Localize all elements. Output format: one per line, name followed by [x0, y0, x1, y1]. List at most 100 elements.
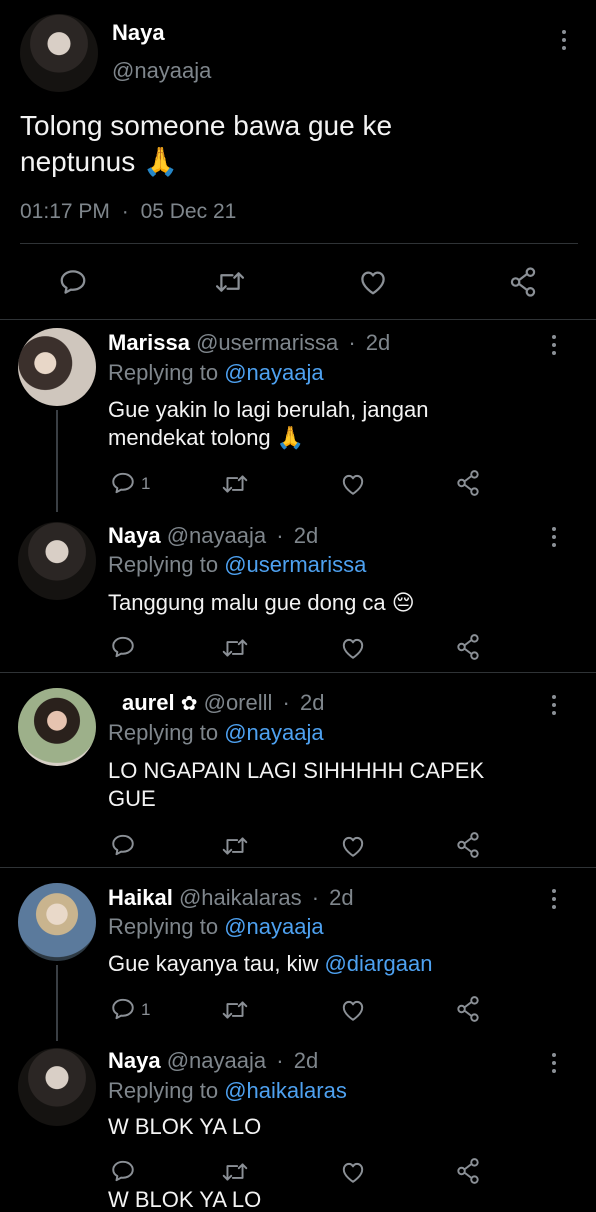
reply-author-name[interactable]: Haikal [108, 885, 173, 910]
more-icon[interactable] [551, 335, 557, 355]
reply-header: aurel ✿ @orelll · 2d [108, 690, 324, 716]
replying-to: Replying to @nayaaja [108, 914, 324, 940]
like-icon[interactable] [340, 998, 366, 1022]
more-icon[interactable] [551, 695, 557, 715]
section-divider [0, 319, 596, 320]
tweet-text-line-2-words: neptunus [20, 146, 136, 177]
tweet-time: 01:17 PM [20, 200, 110, 223]
reply-icon[interactable] [110, 470, 136, 496]
like-icon[interactable] [340, 834, 366, 858]
reply-author-handle[interactable]: @usermarissa [196, 330, 338, 355]
more-icon[interactable] [551, 1053, 557, 1073]
replying-to-prefix: Replying to [108, 552, 219, 577]
reply-author-name[interactable]: Marissa [108, 330, 190, 355]
reply-age: 2d [299, 690, 325, 715]
section-divider [0, 867, 596, 868]
mention-link[interactable]: @diargaan [324, 951, 432, 976]
retweet-icon[interactable] [221, 997, 249, 1023]
retweet-icon[interactable] [221, 1159, 249, 1185]
author-name[interactable]: Naya [112, 20, 165, 46]
share-icon[interactable] [455, 469, 481, 497]
replying-to: Replying to @haikalaras [108, 1078, 347, 1104]
author-handle[interactable]: @nayaaja [112, 58, 211, 84]
reply-author-name[interactable]: Naya [108, 1048, 161, 1073]
pray-emoji: 🙏 [276, 425, 305, 450]
reply-author-handle[interactable]: @haikalaras [179, 885, 302, 910]
reply-text: Gue kayanya tau, kiw @diargaan [108, 950, 432, 978]
timestamp-separator: · [121, 200, 129, 223]
retweet-icon[interactable] [214, 267, 246, 297]
section-divider [0, 672, 596, 673]
reply-age: 2d [293, 523, 319, 548]
replying-to-mention[interactable]: @nayaaja [224, 720, 323, 745]
reply-icon[interactable] [110, 634, 136, 660]
reply-text: Gue yakin lo lagi berulah, jangan mendek… [108, 396, 428, 452]
reply-count: 1 [141, 474, 151, 493]
reply-icon[interactable] [58, 267, 88, 297]
share-icon[interactable] [508, 266, 538, 298]
reply-author-name[interactable]: aurel [122, 690, 175, 715]
tweet-text: Tolong someone bawa gue ke neptunus 🙏 [20, 108, 392, 180]
reply-icon[interactable] [110, 1158, 136, 1184]
avatar-aurel[interactable] [18, 688, 96, 766]
avatar-naya[interactable] [18, 1048, 96, 1126]
more-icon[interactable] [561, 30, 567, 50]
next-reply-preview: W BLOK YA LO [108, 1187, 262, 1212]
reply-age: 2d [365, 330, 391, 355]
timestamp-divider [20, 243, 578, 244]
reply-text-line-1: LO NGAPAIN LAGI SIHHHHH CAPEK [108, 758, 485, 783]
retweet-icon[interactable] [221, 471, 249, 497]
retweet-icon[interactable] [221, 635, 249, 661]
replying-to-mention[interactable]: @nayaaja [224, 914, 323, 939]
like-icon[interactable] [340, 636, 366, 660]
replying-to-prefix: Replying to [108, 720, 219, 745]
reply-header: Marissa @usermarissa · 2d [108, 330, 390, 356]
header-dot: · [311, 885, 320, 910]
pray-emoji: 🙏 [143, 146, 178, 177]
tweet-text-line-2: neptunus 🙏 [20, 144, 392, 180]
reply-icon[interactable] [110, 832, 136, 858]
reply-text-line-2-words: mendekat tolong [108, 425, 271, 450]
reply-header: Naya @nayaaja · 2d [108, 1048, 318, 1074]
like-icon[interactable] [340, 1160, 366, 1184]
reply-header: Haikal @haikalaras · 2d [108, 885, 354, 911]
avatar-haikal[interactable] [18, 883, 96, 961]
share-icon[interactable] [455, 1157, 481, 1185]
tweet-text-line-1: Tolong someone bawa gue ke [20, 110, 393, 141]
replying-to: Replying to @nayaaja [108, 360, 324, 386]
like-icon[interactable] [358, 268, 388, 296]
reply-text-line-1: Gue yakin lo lagi berulah, jangan [108, 397, 429, 422]
replying-to-prefix: Replying to [108, 1078, 219, 1103]
replying-to-mention[interactable]: @usermarissa [224, 552, 366, 577]
avatar-naya[interactable] [20, 14, 98, 92]
flower-badge-icon: ✿ [180, 693, 198, 715]
header-dot: · [276, 523, 284, 548]
replying-to-prefix: Replying to [108, 360, 219, 385]
more-icon[interactable] [551, 527, 557, 547]
reply-count: 1 [141, 1000, 151, 1019]
reply-author-name[interactable]: Naya [108, 523, 161, 548]
share-icon[interactable] [455, 995, 481, 1023]
reply-text: LO NGAPAIN LAGI SIHHHHH CAPEK GUE [108, 757, 484, 813]
more-icon[interactable] [551, 889, 557, 909]
reply-author-handle[interactable]: @orelll [204, 690, 273, 715]
replying-to-prefix: Replying to [108, 914, 219, 939]
reply-age: 2d [293, 1048, 319, 1073]
replying-to-mention[interactable]: @nayaaja [224, 360, 323, 385]
share-icon[interactable] [455, 831, 481, 859]
avatar-marissa[interactable] [18, 328, 96, 406]
reply-author-handle[interactable]: @nayaaja [167, 523, 266, 548]
replying-to-mention[interactable]: @haikalaras [224, 1078, 347, 1103]
avatar-naya[interactable] [18, 522, 96, 600]
like-icon[interactable] [340, 472, 366, 496]
share-icon[interactable] [455, 633, 481, 661]
reply-icon[interactable] [110, 996, 136, 1022]
reply-text-line-2: GUE [108, 786, 156, 811]
header-dot: · [282, 690, 290, 715]
reply-text-line-1: Tanggung malu gue dong ca [108, 590, 386, 615]
reply-author-handle[interactable]: @nayaaja [167, 1048, 266, 1073]
retweet-icon[interactable] [221, 833, 249, 859]
replying-to: Replying to @usermarissa [108, 552, 366, 578]
reply-header: Naya @nayaaja · 2d [108, 523, 318, 549]
pensive-emoji: 😔 [391, 590, 415, 615]
